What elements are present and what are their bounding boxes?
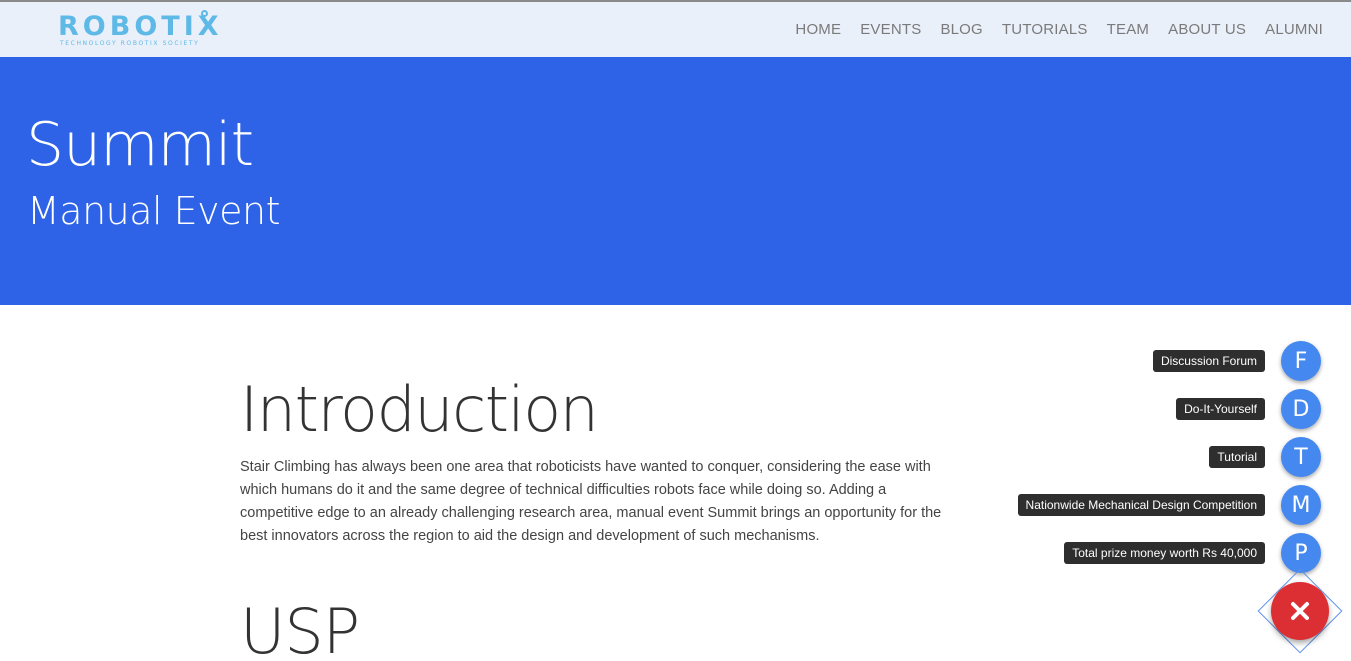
logo-tagline: TECHNOLOGY ROBOTIX SOCIETY [60,40,200,47]
page-title: Summit [26,110,254,180]
nav-home[interactable]: HOME [786,21,851,38]
fab-button-diy[interactable]: D [1281,389,1321,429]
hero-banner: Summit Manual Event [0,57,1351,305]
fab-label-forum: Discussion Forum [1152,350,1265,372]
nav-about-us[interactable]: ABOUT US [1159,21,1256,38]
intro-heading: Introduction [240,373,599,446]
close-icon [1291,602,1309,620]
fab-button-mechanical-design[interactable]: M [1281,485,1321,525]
nav-tutorials[interactable]: TUTORIALS [992,21,1097,38]
fab-item-forum[interactable]: Discussion Forum F [1152,341,1321,381]
page-subtitle: Manual Event [27,189,281,233]
usp-heading: USP [240,595,360,661]
robotix-logo[interactable]: ROBOTIX TECHNOLOGY ROBOTIX SOCIETY [58,9,242,49]
logo-text: ROBOTIX [58,11,223,42]
fab-item-diy[interactable]: Do-It-Yourself D [1176,389,1321,429]
fab-main[interactable] [1257,568,1343,654]
nav-events[interactable]: EVENTS [851,21,931,38]
nav-alumni[interactable]: ALUMNI [1256,21,1323,38]
fab-label-prize: Total prize money worth Rs 40,000 [1064,542,1265,564]
nav-blog[interactable]: BLOG [931,21,992,38]
main-nav: HOME EVENTS BLOG TUTORIALS TEAM ABOUT US… [786,2,1323,57]
fab-button-forum[interactable]: F [1281,341,1321,381]
fab-close-button[interactable] [1271,582,1329,640]
fab-button-tutorial[interactable]: T [1281,437,1321,477]
fab-label-mechanical-design: Nationwide Mechanical Design Competition [1017,494,1265,516]
nav-team[interactable]: TEAM [1097,21,1158,38]
intro-paragraph: Stair Climbing has always been one area … [240,459,942,544]
navbar: ROBOTIX TECHNOLOGY ROBOTIX SOCIETY HOME … [0,2,1351,57]
fab-button-prize[interactable]: P [1281,533,1321,573]
fab-item-tutorial[interactable]: Tutorial T [1209,437,1321,477]
fab-item-mechanical-design[interactable]: Nationwide Mechanical Design Competition… [1017,485,1321,525]
fab-label-tutorial: Tutorial [1209,446,1265,468]
fab-item-prize[interactable]: Total prize money worth Rs 40,000 P [1064,533,1321,573]
fab-label-diy: Do-It-Yourself [1176,398,1265,420]
